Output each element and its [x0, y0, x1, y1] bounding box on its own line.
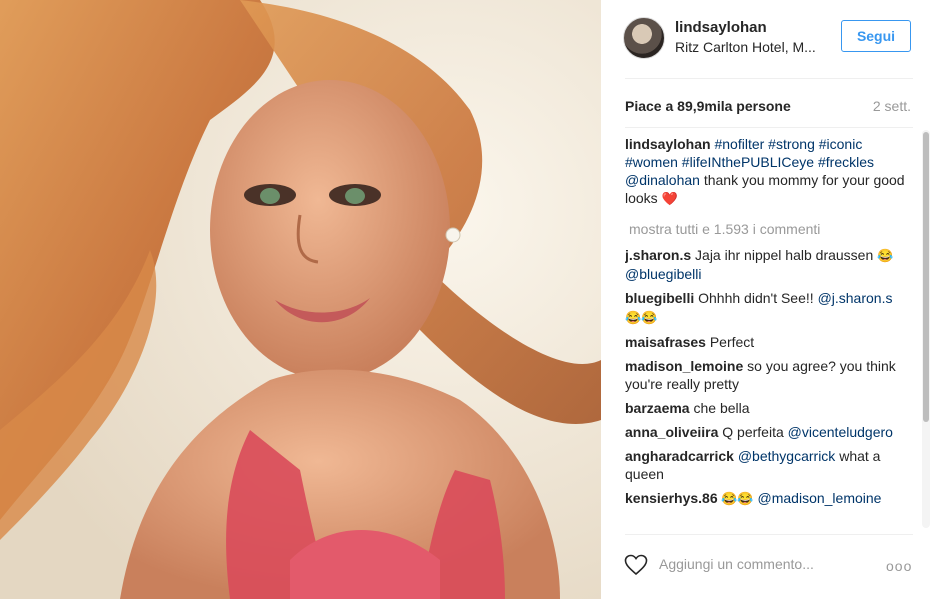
caption: lindsaylohan #nofilter #strong #iconic #… [625, 135, 905, 208]
post-location[interactable]: Ritz Carlton Hotel, M... [675, 39, 816, 55]
post-timestamp[interactable]: 2 sett. [873, 98, 911, 114]
comment-item: angharadcarrick @bethygcarrick what a qu… [625, 447, 905, 483]
comment-text: Q perfeita [718, 424, 788, 440]
comment-text: Ohhhh didn't See!! [694, 290, 818, 306]
avatar[interactable] [623, 17, 665, 59]
comment-text: Perfect [705, 334, 755, 350]
more-options-icon[interactable]: ooo [886, 558, 912, 574]
comment-item: kensierhys.86 😂😂 @madison_lemoine [625, 489, 905, 508]
comments-scrollbar[interactable] [922, 130, 930, 528]
comment-username[interactable]: barzaema [625, 400, 690, 416]
comment-mention[interactable]: @bluegibelli [625, 266, 701, 282]
comment-username[interactable]: anna_oliveiira [625, 424, 718, 440]
comment-username[interactable]: bluegibelli [625, 290, 694, 306]
comment-username[interactable]: j.sharon.s [625, 247, 691, 263]
laugh-emoji: 😂😂 [717, 491, 754, 506]
divider [625, 534, 913, 535]
comment-item: maisafrases Perfect [625, 333, 905, 351]
comment-username[interactable]: kensierhys.86 [625, 490, 718, 506]
comment-item: madison_lemoine so you agree? you think … [625, 357, 905, 393]
comment-item: anna_oliveiira Q perfeita @vicenteludger… [625, 423, 905, 441]
post-username[interactable]: lindsaylohan [675, 19, 767, 36]
comment-text: che bella [689, 400, 750, 416]
comment-text: Jaja ihr nippel halb draussen [691, 247, 878, 263]
selfie-image [0, 0, 601, 599]
comment-mention[interactable]: @madison_lemoine [754, 490, 882, 506]
comment-item: barzaema che bella [625, 399, 905, 417]
caption-username[interactable]: lindsaylohan [625, 136, 711, 152]
scrollbar-thumb[interactable] [923, 132, 929, 422]
comment-list: lindsaylohan #nofilter #strong #iconic #… [625, 135, 905, 529]
follow-button[interactable]: Segui [841, 20, 911, 52]
comment-item: bluegibelli Ohhhh didn't See!! @j.sharon… [625, 289, 905, 327]
view-all-comments-link[interactable]: mostra tutti e 1.593 i commenti [629, 220, 905, 238]
comment-mention[interactable]: @bethygcarrick [734, 448, 835, 464]
comment-mention[interactable]: @j.sharon.s [818, 290, 893, 306]
divider [625, 127, 913, 128]
post-header: lindsaylohan Ritz Carlton Hotel, M... Se… [601, 0, 938, 78]
post-photo[interactable] [0, 0, 601, 599]
divider [625, 78, 913, 79]
comment-username[interactable]: angharadcarrick [625, 448, 734, 464]
heart-icon[interactable] [624, 554, 648, 576]
heart-emoji: ❤️ [661, 191, 678, 206]
comment-item: j.sharon.s Jaja ihr nippel halb draussen… [625, 246, 905, 283]
like-count[interactable]: Piace a 89,9mila persone [625, 98, 791, 114]
laugh-emoji: 😂😂 [625, 310, 658, 325]
comment-mention[interactable]: @vicenteludgero [788, 424, 893, 440]
post-sidebar: lindsaylohan Ritz Carlton Hotel, M... Se… [601, 0, 938, 599]
laugh-emoji: 😂 [877, 248, 894, 263]
comment-username[interactable]: maisafrases [625, 334, 706, 350]
add-comment-input[interactable] [659, 556, 859, 572]
comment-username[interactable]: madison_lemoine [625, 358, 743, 374]
